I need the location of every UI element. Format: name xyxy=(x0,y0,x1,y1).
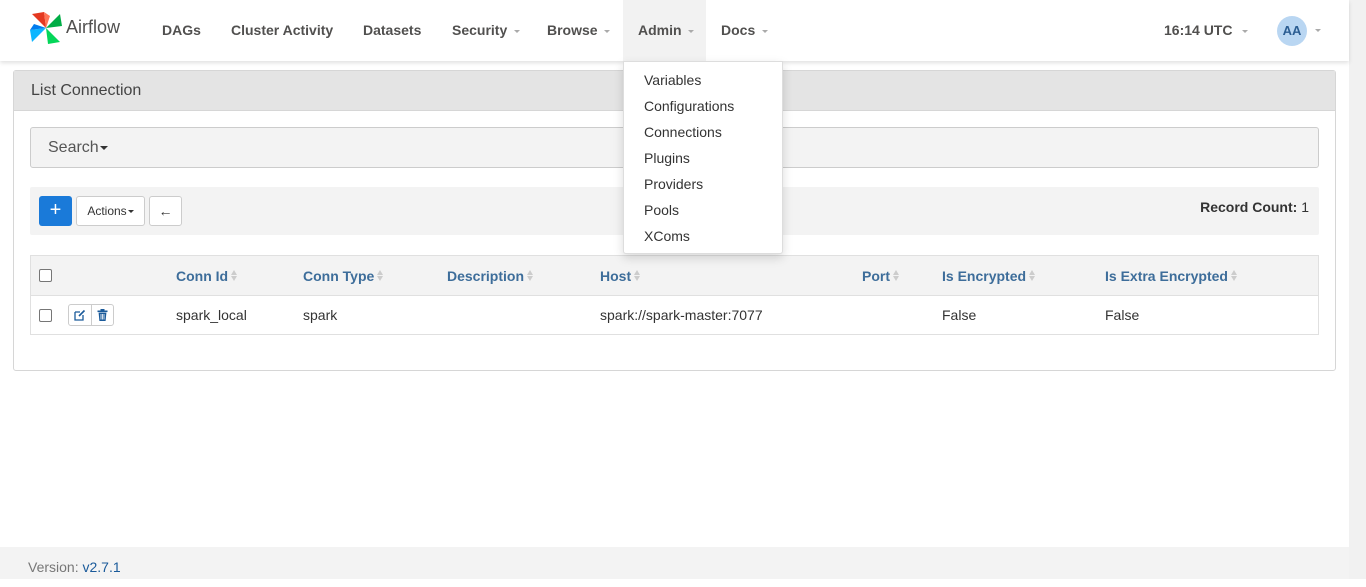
chevron-down-icon xyxy=(514,29,521,33)
search-label: Search xyxy=(48,139,99,156)
nav-admin-label: Admin xyxy=(638,22,682,38)
cell-host: spark://spark-master:7077 xyxy=(600,307,763,323)
cell-is-extra-encrypted: False xyxy=(1105,307,1140,323)
airflow-pinwheel-icon xyxy=(30,12,62,44)
chevron-down-icon xyxy=(127,210,134,214)
record-count: Record Count: 1 xyxy=(1200,199,1309,215)
connections-table: Conn Id Conn Type Description Host Port … xyxy=(30,255,1319,335)
arrow-left-icon: ← xyxy=(158,203,173,219)
nav-datasets-label: Datasets xyxy=(363,22,422,38)
column-header-is-encrypted[interactable]: Is Encrypted xyxy=(942,256,1036,295)
add-connection-button[interactable]: + xyxy=(39,196,72,226)
top-navbar: Airflow DAGs Cluster Activity Datasets S… xyxy=(0,0,1349,61)
chevron-down-icon xyxy=(688,29,695,33)
nav-browse[interactable]: Browse xyxy=(532,0,625,61)
menu-item-providers[interactable]: Providers xyxy=(624,171,782,197)
nav-cluster-activity-label: Cluster Activity xyxy=(231,22,334,38)
clock-label: 16:14 UTC xyxy=(1164,22,1233,38)
column-header-is-extra-encrypted[interactable]: Is Extra Encrypted xyxy=(1105,256,1237,295)
column-header-label: Is Extra Encrypted xyxy=(1105,267,1228,284)
utc-clock[interactable]: 16:14 UTC xyxy=(1164,0,1249,61)
cell-is-encrypted: False xyxy=(942,307,977,323)
row-select-cell xyxy=(39,296,52,334)
nav-docs-label: Docs xyxy=(721,22,756,38)
table-row: spark_local spark spark://spark-master:7… xyxy=(31,296,1318,334)
user-avatar[interactable]: AA xyxy=(1277,16,1307,46)
airflow-logo[interactable]: Airflow xyxy=(28,10,120,46)
column-header-host[interactable]: Host xyxy=(600,256,641,295)
actions-dropdown-button[interactable]: Actions xyxy=(76,196,145,226)
nav-datasets[interactable]: Datasets xyxy=(348,0,436,61)
brand-name: Airflow xyxy=(66,17,121,37)
sort-icon xyxy=(377,270,384,281)
column-header-conn-id[interactable]: Conn Id xyxy=(176,256,238,295)
nav-cluster-activity[interactable]: Cluster Activity xyxy=(216,0,348,61)
menu-item-xcoms[interactable]: XComs xyxy=(624,223,782,249)
trash-icon[interactable] xyxy=(91,305,113,325)
actions-label: Actions xyxy=(87,204,127,218)
column-header-label: Description xyxy=(447,267,525,284)
column-header-label: Conn Type xyxy=(303,267,375,284)
row-actions xyxy=(68,296,114,334)
menu-item-configurations[interactable]: Configurations xyxy=(624,93,782,119)
sort-icon xyxy=(1029,270,1036,281)
column-header-label: Host xyxy=(600,267,632,284)
nav-admin[interactable]: Admin xyxy=(623,0,706,61)
column-header-label: Port xyxy=(862,267,890,284)
version-label: Version: xyxy=(28,559,79,575)
row-checkbox[interactable] xyxy=(39,308,52,322)
sort-icon xyxy=(634,270,641,281)
back-button[interactable]: ← xyxy=(149,196,182,226)
nav-dags[interactable]: DAGs xyxy=(147,0,216,61)
menu-item-variables[interactable]: Variables xyxy=(624,67,782,93)
select-all-cell xyxy=(39,256,52,295)
sort-icon xyxy=(1230,270,1237,281)
nav-dags-label: DAGs xyxy=(162,22,201,38)
select-all-checkbox[interactable] xyxy=(39,269,52,282)
menu-item-pools[interactable]: Pools xyxy=(624,197,782,223)
sort-icon xyxy=(527,270,534,281)
nav-security-label: Security xyxy=(452,22,508,38)
cell-conn-type: spark xyxy=(303,307,338,323)
cell-conn-id: spark_local xyxy=(176,307,247,323)
version-link[interactable]: v2.7.1 xyxy=(82,559,120,575)
column-header-label: Is Encrypted xyxy=(942,267,1027,284)
column-header-port[interactable]: Port xyxy=(862,256,899,295)
nav-browse-label: Browse xyxy=(547,22,598,38)
menu-item-plugins[interactable]: Plugins xyxy=(624,145,782,171)
record-count-value: 1 xyxy=(1301,199,1309,215)
chevron-down-icon xyxy=(762,29,769,33)
table-header-row: Conn Id Conn Type Description Host Port … xyxy=(31,256,1318,296)
chevron-down-icon xyxy=(604,29,611,33)
menu-item-connections[interactable]: Connections xyxy=(624,119,782,145)
sort-icon xyxy=(893,270,899,281)
sort-icon xyxy=(231,270,238,281)
chevron-down-icon xyxy=(1242,29,1249,33)
admin-dropdown-menu: Variables Configurations Connections Plu… xyxy=(623,61,783,254)
scrollbar[interactable] xyxy=(1349,0,1366,579)
column-header-description[interactable]: Description xyxy=(447,256,534,295)
edit-icon[interactable] xyxy=(69,305,91,325)
page-footer: Version: v2.7.1 xyxy=(0,547,1349,579)
nav-docs[interactable]: Docs xyxy=(706,0,783,61)
column-header-label: Conn Id xyxy=(176,267,229,284)
nav-security[interactable]: Security xyxy=(437,0,535,61)
chevron-down-icon[interactable] xyxy=(1315,29,1321,32)
column-header-conn-type[interactable]: Conn Type xyxy=(303,256,384,295)
chevron-down-icon xyxy=(99,145,108,150)
record-count-label: Record Count: xyxy=(1200,199,1298,215)
